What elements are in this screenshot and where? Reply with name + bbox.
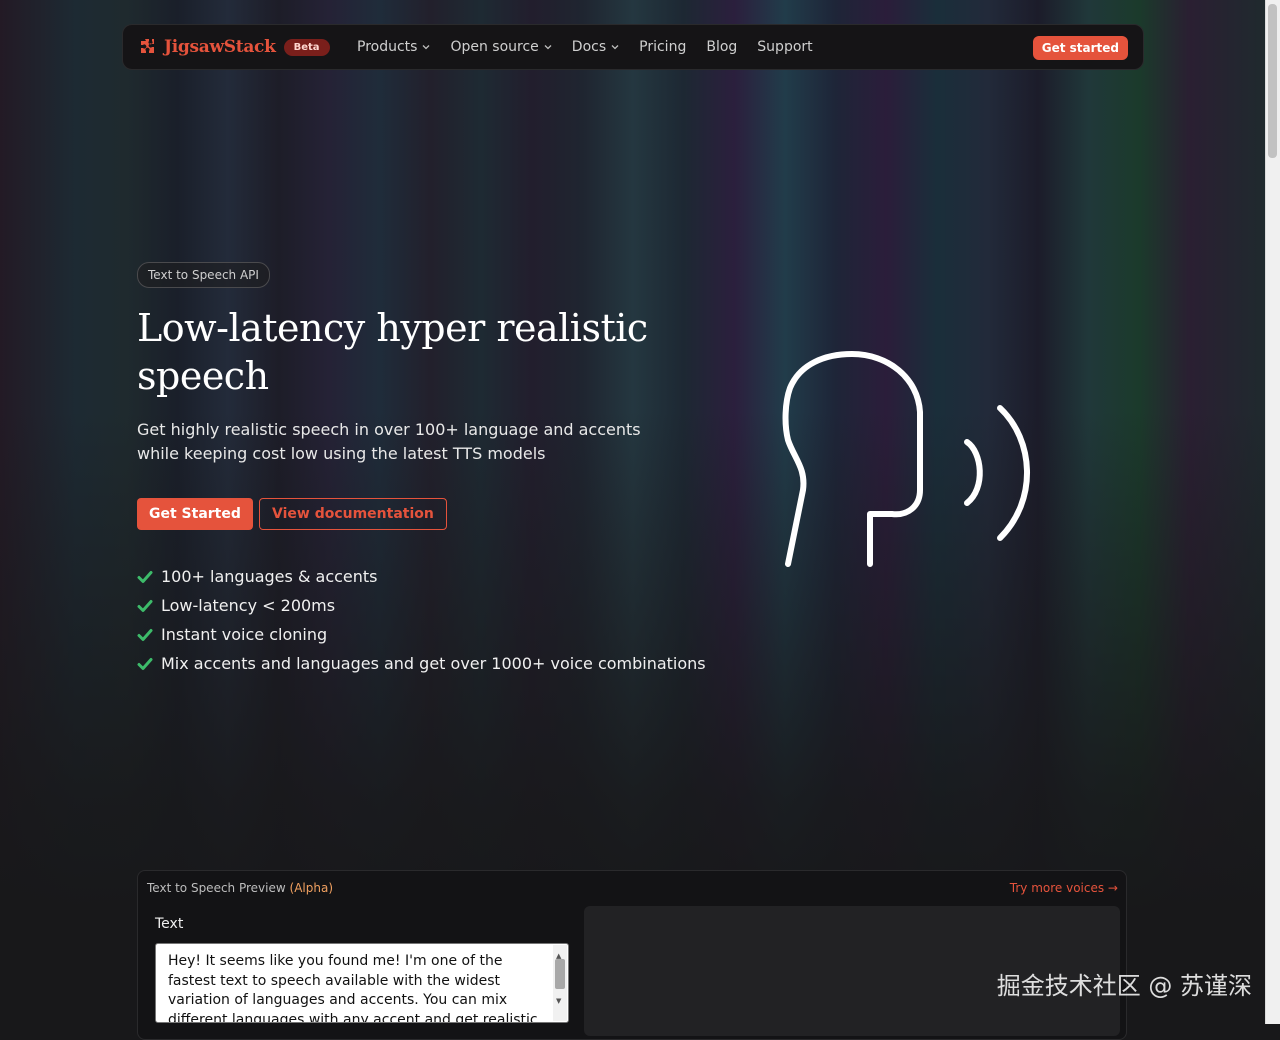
nav-item-label: Pricing [639, 39, 687, 55]
view-documentation-button[interactable]: View documentation [259, 498, 447, 530]
get-started-button[interactable]: Get Started [137, 498, 253, 530]
watermark: 掘金技术社区 @ 苏谨深 [996, 972, 1252, 1000]
hero-headline: Low-latency hyper realistic speech [137, 306, 648, 398]
text-label: Text [155, 916, 184, 932]
textarea-scroll-thumb[interactable] [555, 959, 565, 989]
check-icon [137, 628, 153, 641]
check-icon [137, 657, 153, 670]
feature-text: Low-latency < 200ms [161, 596, 336, 615]
brand-name: JigsawStack [164, 37, 276, 57]
puzzle-logo-icon [141, 39, 154, 53]
nav-item-support[interactable]: Support [757, 39, 812, 55]
check-icon [137, 599, 153, 612]
nav-item-blog[interactable]: Blog [706, 39, 737, 55]
nav-item-pricing[interactable]: Pricing [639, 39, 686, 55]
chevron-down-icon [422, 45, 430, 50]
nav-item-label: Blog [706, 39, 738, 55]
feature-text: 100+ languages & accents [161, 567, 378, 586]
preview-title-text: Text to Speech Preview [147, 881, 286, 895]
tts-text-value: Hey! It seems like you found me! I'm one… [168, 953, 538, 1023]
scrollbar-thumb[interactable] [1268, 4, 1277, 158]
tts-text-input[interactable]: Hey! It seems like you found me! I'm one… [155, 943, 569, 1023]
check-icon [137, 570, 153, 583]
page-scrollbar[interactable] [1265, 0, 1280, 1024]
brand-logo[interactable]: JigsawStack Beta [138, 37, 330, 57]
nav-menu: Products Open source Docs Pricing Blog Suppor… [357, 39, 833, 55]
hero-subtitle: Get highly realistic speech in over 100+… [137, 420, 641, 463]
feature-item: Instant voice cloning [137, 620, 706, 649]
nav-item-open-source[interactable]: Open source [450, 39, 552, 55]
nav-item-products[interactable]: Products [357, 39, 430, 55]
feature-item: 100+ languages & accents [137, 562, 706, 591]
textarea-scrollbar[interactable]: ▲ ▼ [553, 945, 567, 1021]
feature-list: 100+ languages & accents Low-latency < 20… [137, 562, 706, 678]
nav-item-docs[interactable]: Docs [572, 39, 619, 55]
beta-badge: Beta [283, 38, 330, 56]
preview-title: Text to Speech Preview (Alpha) [147, 881, 333, 895]
chevron-down-icon [544, 45, 552, 50]
get-started-nav-button[interactable]: Get started [1032, 36, 1128, 60]
nav-item-label: Products [357, 39, 418, 55]
feature-item: Mix accents and languages and get over 1… [137, 649, 706, 678]
speaking-head-icon [782, 351, 1030, 567]
feature-text: Instant voice cloning [161, 625, 328, 644]
alpha-tag: (Alpha) [289, 881, 333, 895]
try-more-voices-link[interactable]: Try more voices → [1010, 881, 1118, 895]
nav-item-label: Docs [571, 39, 607, 55]
product-pill: Text to Speech API [137, 262, 270, 288]
feature-text: Mix accents and languages and get over 1… [161, 654, 706, 673]
nav-item-label: Support [757, 39, 813, 55]
feature-item: Low-latency < 200ms [137, 591, 706, 620]
top-navbar: JigsawStack Beta Products Open source Docs… [122, 24, 1144, 70]
tts-preview-panel: Text to Speech Preview (Alpha) Try more … [137, 870, 1127, 1040]
nav-item-label: Open source [450, 39, 539, 55]
chevron-down-icon [611, 45, 619, 50]
scroll-down-icon[interactable]: ▼ [556, 992, 561, 1012]
